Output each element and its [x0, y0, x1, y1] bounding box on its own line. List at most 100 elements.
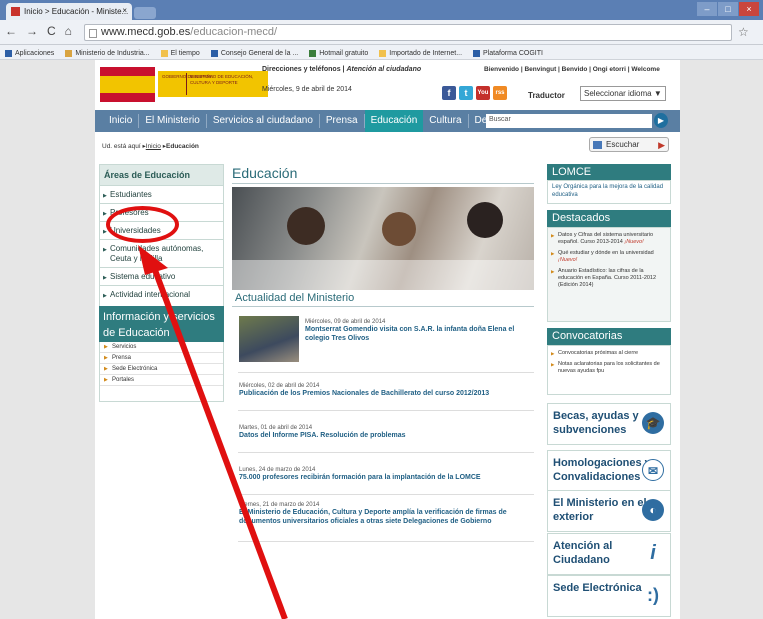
url-path: /educacion-mecd/ [190, 26, 278, 38]
destacados-list: Datos y Cifras del sistema universitario… [547, 227, 671, 322]
sidebar-item-comunidades[interactable]: Comunidades autónomas, Ceuta y Melilla [100, 239, 223, 267]
bookmark-icon [473, 50, 481, 57]
link-servicios[interactable]: Servicios [100, 342, 223, 353]
bookmark-consejo[interactable]: Consejo General de la ... [210, 48, 298, 59]
destacado-item[interactable]: Datos y Cifras del sistema universitario… [551, 230, 667, 248]
browser-nav: ← → C ⌂ [5, 24, 72, 38]
news-item: Viernes, 21 de marzo de 2014 El Minister… [239, 502, 535, 526]
certificate-icon: ✉ [642, 459, 664, 481]
news-link[interactable]: El Ministerio de Educación, Cultura y De… [239, 508, 535, 526]
annotation-circle [106, 206, 179, 243]
link-sede[interactable]: Sede Electrónica [100, 364, 223, 375]
current-date: Miércoles, 9 de abril de 2014 [262, 86, 352, 93]
nav-cultura[interactable]: Cultura [423, 114, 469, 128]
new-tab-button[interactable] [134, 7, 156, 19]
convocatoria-item[interactable]: Notas aclaratorias para los solicitantes… [551, 359, 667, 377]
tab-title: Inicio > Educación - Ministe... [24, 7, 129, 16]
bookmark-cogiti[interactable]: Plataforma COGITI [473, 48, 543, 59]
social-links: f t You rss [442, 86, 507, 100]
bookmark-ministerio[interactable]: Ministerio de Industria... [65, 48, 150, 59]
play-icon: ▶ [658, 140, 665, 150]
new-badge: ¡Nuevo! [624, 239, 644, 245]
url-input[interactable]: www.mecd.gob.es/educacion-mecd/ [84, 24, 732, 41]
news-link[interactable]: Datos del Informe PISA. Resolución de pr… [239, 431, 535, 440]
search-input[interactable]: Buscar [486, 114, 652, 128]
facebook-icon[interactable]: f [442, 86, 456, 100]
sidebar-item-sistema[interactable]: Sistema educativo [100, 267, 223, 285]
minimize-button[interactable]: – [697, 2, 717, 16]
apps-icon [5, 50, 12, 57]
breadcrumb-home-link[interactable]: Inicio [146, 143, 161, 150]
twitter-icon[interactable]: t [459, 86, 473, 100]
bookmark-importado[interactable]: Importado de Internet... [379, 48, 462, 59]
bookmark-star-icon[interactable]: ☆ [738, 25, 749, 39]
page-title: Educación [232, 165, 298, 181]
maximize-button[interactable]: □ [718, 2, 738, 16]
rss-icon[interactable]: rss [493, 86, 507, 100]
lomce-title[interactable]: LOMCE [547, 164, 671, 180]
nav-prensa[interactable]: Prensa [320, 114, 365, 128]
nav-servicios[interactable]: Servicios al ciudadano [207, 114, 320, 128]
browser-tab[interactable]: Inicio > Educación - Ministe... × [6, 3, 132, 20]
tile-exterior[interactable]: El Ministerio en el exterior ◐ [547, 490, 671, 532]
nav-educacion[interactable]: Educación [364, 110, 424, 132]
home-icon[interactable]: ⌂ [65, 24, 72, 38]
bookmark-apps[interactable]: Aplicaciones [5, 48, 54, 59]
bookmark-icon [210, 50, 218, 57]
graduation-cap-icon: 🎓 [642, 412, 664, 434]
link-prensa[interactable]: Prensa [100, 353, 223, 364]
search-button[interactable]: ▶ [654, 113, 668, 128]
tile-becas[interactable]: Becas, ayudas y subvenciones 🎓 [547, 403, 671, 445]
info-services-links: Servicios Prensa Sede Electrónica Portal… [99, 342, 224, 402]
tile-sede[interactable]: Sede Electrónica:) [547, 575, 671, 617]
bookmark-tiempo[interactable]: El tiempo [160, 48, 200, 59]
back-icon[interactable]: ← [5, 24, 17, 38]
link-portales[interactable]: Portales [100, 375, 223, 386]
news-link[interactable]: 75.000 profesores recibirán formación pa… [239, 473, 535, 482]
tile-homologaciones[interactable]: Homologaciones y Convalidaciones ✉ [547, 450, 671, 492]
hotmail-icon [309, 50, 317, 57]
nav-inicio[interactable]: Inicio [103, 114, 140, 128]
close-tab-icon[interactable]: × [122, 6, 127, 15]
destacado-item[interactable]: Qué estudiar y dónde en la universidad ¡… [551, 248, 667, 266]
top-links: Direcciones y teléfonos | Atención al ci… [262, 66, 422, 73]
lomce-link[interactable]: Ley Orgánica para la mejora de la calida… [547, 180, 671, 204]
breadcrumb: Ud. está aquí ▸Inicio ▸Educación [102, 143, 199, 150]
sidebar-item-estudiantes[interactable]: Estudiantes [100, 185, 223, 203]
tile-atencion[interactable]: Atención al Ciudadano i [547, 533, 671, 575]
close-window-button[interactable]: × [739, 2, 759, 16]
forward-icon[interactable]: → [26, 24, 38, 38]
listen-button[interactable]: Escuchar ▶ [589, 137, 669, 152]
news-link[interactable]: Publicación de los Premios Nacionales de… [239, 389, 535, 398]
page-icon [160, 50, 168, 57]
bookmarks-bar: Aplicaciones Ministerio de Industria... … [0, 45, 763, 60]
bookmark-hotmail[interactable]: Hotmail gratuito [309, 48, 368, 59]
page-margin-left [0, 60, 95, 619]
smile-icon: :) [647, 585, 659, 605]
sidebar-item-internacional[interactable]: Actividad internacional [100, 285, 223, 303]
government-logo[interactable]: Gobierno de España Ministerio de Educaci… [158, 71, 268, 97]
news-item: Martes, 01 de abril de 2014 Datos del In… [239, 425, 535, 440]
news-section-title: Actualidad del Ministerio [235, 292, 355, 304]
folder-icon [379, 50, 387, 57]
reload-icon[interactable]: C [47, 24, 56, 38]
nav-ministerio[interactable]: El Ministerio [139, 114, 207, 128]
language-select[interactable]: Seleccionar idioma ▼ [580, 86, 666, 101]
window-controls: – □ × [697, 2, 759, 16]
sidebar-title: Áreas de Educación [100, 165, 223, 185]
youtube-icon[interactable]: You [476, 86, 490, 100]
directorio-link[interactable]: Direcciones y teléfonos [262, 66, 341, 73]
atencion-link[interactable]: Atención al ciudadano [346, 66, 421, 73]
news-link[interactable]: Montserrat Gomendio visita con S.A.R. la… [305, 325, 535, 343]
convocatorias-title: Convocatorias [547, 328, 671, 345]
convocatoria-item[interactable]: Convocatorias próximas al cierre [551, 348, 667, 359]
news-item: Miércoles, 02 de abril de 2014 Publicaci… [239, 383, 535, 398]
destacado-item[interactable]: Anuario Estadístico: las cifras de la ed… [551, 266, 667, 291]
language-welcome-links[interactable]: Bienvenido | Benvingut | Benvido | Ongi … [484, 66, 660, 73]
ministerio-label: Ministerio de Educación, Cultura y Depor… [190, 74, 254, 85]
title-divider [232, 183, 534, 184]
translator-label: Traductor [528, 91, 565, 100]
news-thumbnail[interactable] [239, 316, 299, 362]
spain-coat-of-arms-icon [100, 67, 155, 102]
destacados-title: Destacados [547, 210, 671, 227]
